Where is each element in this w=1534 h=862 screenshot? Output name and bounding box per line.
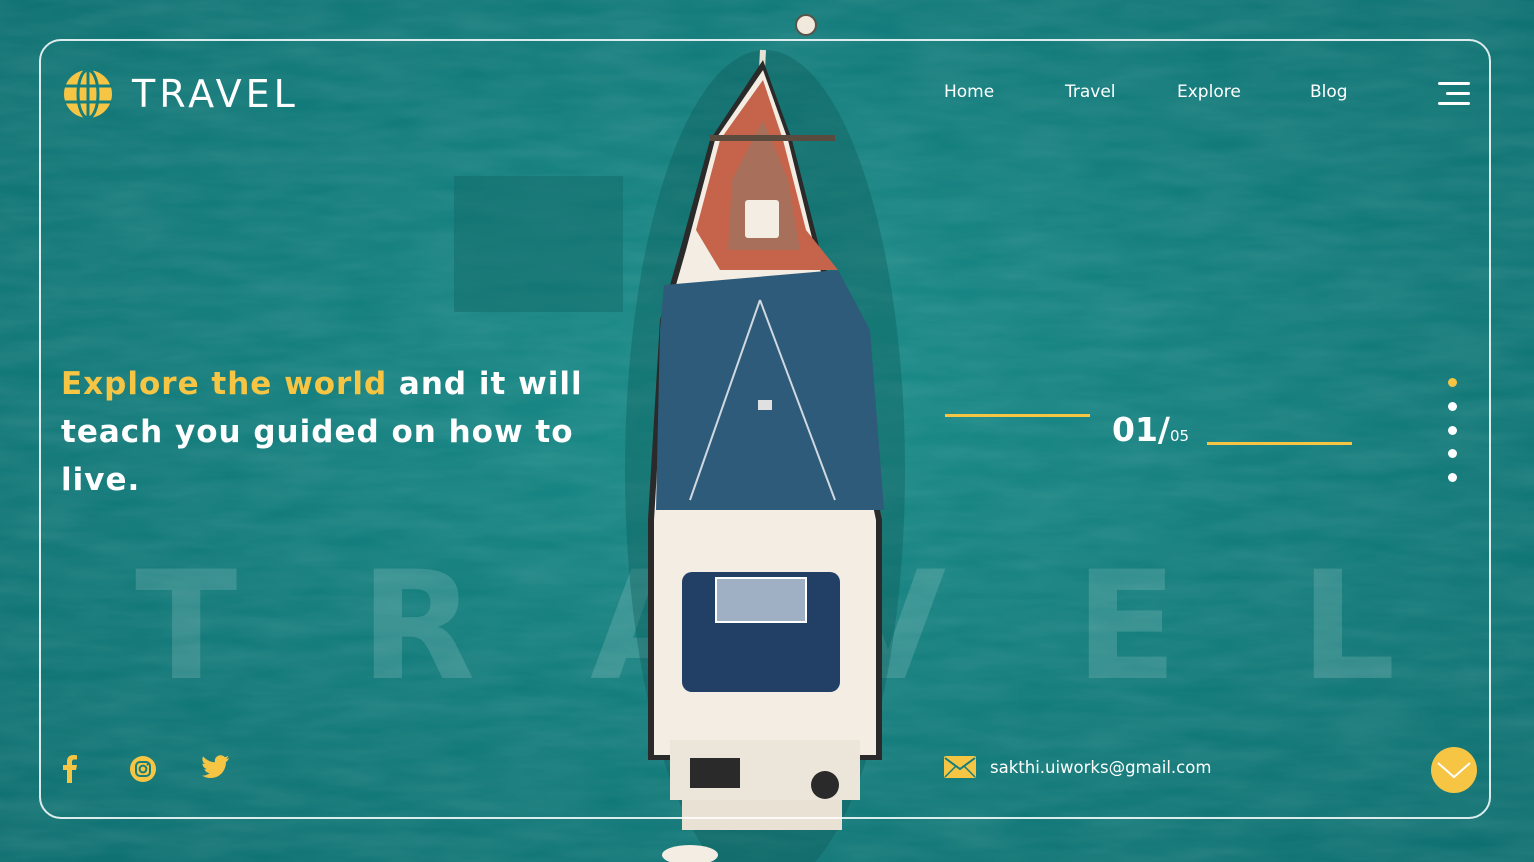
slide-counter: 01/05: [1112, 410, 1189, 449]
pagination-dot[interactable]: [1448, 402, 1457, 411]
chevron-down-icon: [1437, 762, 1471, 779]
pagination-dot[interactable]: [1448, 449, 1457, 458]
nav-link-travel[interactable]: Travel: [1065, 82, 1116, 102]
instagram-icon[interactable]: [129, 755, 157, 783]
twitter-icon[interactable]: [202, 755, 229, 779]
globe-icon: [64, 68, 112, 120]
mooring-buoy: [795, 14, 817, 36]
nav-link-blog[interactable]: Blog: [1310, 82, 1348, 102]
brand-logo[interactable]: TRAVEL: [62, 68, 299, 120]
scroll-down-button[interactable]: [1431, 747, 1477, 793]
facebook-icon[interactable]: [62, 755, 78, 783]
hero-headline: Explore the world and it will teach you …: [61, 360, 601, 504]
menu-icon[interactable]: [1436, 82, 1470, 106]
headline-highlight: Explore the world: [61, 366, 388, 402]
nav-link-home[interactable]: Home: [944, 82, 994, 102]
email-address: sakthi.uiworks@gmail.com: [990, 757, 1212, 777]
mail-icon: [944, 756, 976, 778]
counter-line-left: [945, 414, 1090, 417]
pagination-dot[interactable]: [1448, 473, 1457, 482]
slide-current: 01/: [1112, 410, 1170, 449]
pagination-dot[interactable]: [1448, 426, 1457, 435]
pagination-dot-active[interactable]: [1448, 378, 1457, 387]
nav-link-explore[interactable]: Explore: [1177, 82, 1241, 102]
slide-total: 05: [1169, 427, 1190, 445]
counter-line-right: [1207, 442, 1352, 445]
contact-email[interactable]: sakthi.uiworks@gmail.com: [944, 756, 1211, 778]
brand-name: TRAVEL: [132, 72, 299, 116]
